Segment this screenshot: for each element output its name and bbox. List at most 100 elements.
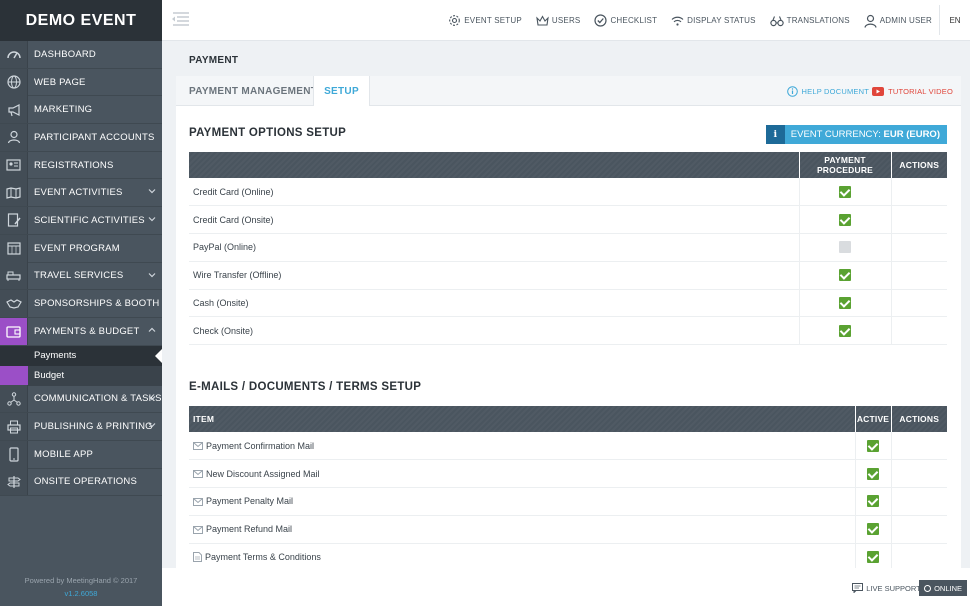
mail-icon	[193, 525, 203, 534]
payment-method-name: Credit Card (Onsite)	[189, 205, 799, 235]
chevron-down-icon	[148, 423, 156, 428]
dashboard-icon	[0, 40, 28, 68]
tab-setup[interactable]: SETUP	[313, 76, 370, 107]
language-selector[interactable]: EN	[939, 5, 970, 35]
actions-cell[interactable]	[890, 459, 947, 489]
email-item-name[interactable]: Payment Terms & Conditions	[205, 552, 321, 562]
column-header: ACTIONS	[890, 406, 947, 432]
checked-checkbox[interactable]	[839, 324, 851, 337]
map-icon	[0, 179, 28, 207]
sidebar-item-label: SCIENTIFIC ACTIVITIES	[34, 214, 145, 226]
status-dot-icon	[924, 584, 932, 592]
payment-method-name: Credit Card (Online)	[189, 178, 799, 207]
mail-icon	[193, 442, 203, 451]
sidebar-item-marketing[interactable]: MARKETING	[0, 96, 162, 125]
mobile-icon	[0, 440, 28, 468]
chat-icon	[852, 583, 864, 593]
sidebar-item-payments-budget[interactable]: PAYMENTS & BUDGET	[0, 317, 162, 346]
event-setup-link[interactable]: EVENT SETUP	[448, 14, 522, 27]
online-status-button[interactable]: ONLINE	[919, 580, 967, 596]
checked-checkbox[interactable]	[839, 185, 851, 198]
emails-table: ITEM ACTIVE ACTIONS Payment Confirmation…	[189, 406, 947, 568]
email-item-name[interactable]: Payment Refund Mail	[206, 524, 292, 534]
actions-cell[interactable]	[890, 316, 947, 346]
column-header: ITEM	[189, 406, 855, 432]
actions-cell[interactable]	[890, 205, 947, 235]
checked-checkbox[interactable]	[867, 495, 879, 508]
sidebar-item-onsite-operations[interactable]: ONSITE OPERATIONS	[0, 468, 162, 497]
sidebar-item-label: WEB PAGE	[34, 76, 86, 88]
submenu-item-payments[interactable]: Payments	[0, 345, 162, 366]
actions-cell[interactable]	[890, 261, 947, 290]
top-bar: EVENT SETUP USERS CHECKLIST DISPLAY STAT…	[162, 0, 970, 41]
table-row: Check (Onsite)	[189, 316, 947, 346]
sidebar-item-event-activities[interactable]: EVENT ACTIVITIES	[0, 179, 162, 208]
table-row: Payment Terms & Conditions	[189, 543, 947, 568]
checked-checkbox[interactable]	[867, 551, 879, 564]
display-status-link[interactable]: DISPLAY STATUS	[671, 15, 755, 27]
help-document-link[interactable]: HELP DOCUMENT	[786, 76, 869, 106]
admin-user-link[interactable]: ADMIN USER	[864, 14, 932, 28]
sidebar-footer: Powered by MeetingHand © 2017 v1.2.6058	[0, 574, 162, 600]
translations-link[interactable]: TRANSLATIONS	[769, 15, 850, 27]
sidebar-item-event-program[interactable]: EVENT PROGRAM	[0, 234, 162, 263]
payment-method-name: Check (Onsite)	[189, 316, 799, 346]
chevron-down-icon	[148, 189, 156, 194]
email-item-name[interactable]: Payment Confirmation Mail	[206, 441, 314, 451]
sidebar-item-label: PAYMENTS & BUDGET	[34, 325, 140, 337]
live-support[interactable]: LIVE SUPPORT:	[852, 583, 922, 593]
sidebar-item-scientific-activities[interactable]: SCIENTIFIC ACTIVITIES	[0, 206, 162, 235]
sidebar-item-web-page[interactable]: WEB PAGE	[0, 68, 162, 97]
checked-checkbox[interactable]	[839, 269, 851, 282]
tab-payment-management[interactable]: PAYMENT MANAGEMENT	[189, 76, 317, 106]
sidebar-item-dashboard[interactable]: DASHBOARD	[0, 40, 162, 69]
payment-method-name: PayPal (Online)	[189, 233, 799, 262]
sidebar-item-publishing[interactable]: PUBLISHING & PRINTING	[0, 413, 162, 441]
table-row: Wire Transfer (Offline)	[189, 261, 947, 290]
sidebar-item-label: MOBILE APP	[34, 448, 94, 460]
sidebar-item-communication[interactable]: COMMUNICATION & TASKS	[0, 385, 162, 414]
checked-checkbox[interactable]	[867, 523, 879, 536]
page-title: PAYMENT	[189, 55, 239, 66]
chevron-up-icon	[148, 327, 156, 332]
actions-cell[interactable]	[890, 432, 947, 461]
table-row: Cash (Onsite)	[189, 289, 947, 318]
sidebar-item-travel-services[interactable]: TRAVEL SERVICES	[0, 262, 162, 291]
actions-cell[interactable]	[890, 543, 947, 568]
unchecked-checkbox[interactable]	[839, 241, 851, 254]
sidebar-item-sponsorships[interactable]: SPONSORSHIPS & BOOTH	[0, 290, 162, 318]
payment-method-name: Cash (Onsite)	[189, 289, 799, 318]
sidebar-item-registrations[interactable]: REGISTRATIONS	[0, 151, 162, 180]
sidebar-item-mobile-app[interactable]: MOBILE APP	[0, 440, 162, 469]
sidebar-item-label: DASHBOARD	[34, 48, 96, 60]
crown-icon	[536, 14, 549, 26]
chevron-down-icon	[148, 272, 156, 277]
checked-checkbox[interactable]	[839, 213, 851, 226]
users-link[interactable]: USERS	[536, 14, 581, 27]
email-item-name[interactable]: New Discount Assigned Mail	[206, 469, 320, 479]
id-card-icon	[0, 151, 28, 179]
checklist-link[interactable]: CHECKLIST	[594, 14, 657, 27]
column-header: ACTIONS	[890, 152, 947, 178]
checked-checkbox[interactable]	[839, 297, 851, 310]
brand-title[interactable]: DEMO EVENT	[0, 0, 162, 41]
actions-cell[interactable]	[890, 515, 947, 544]
sidebar-item-participant-accounts[interactable]: PARTICIPANT ACCOUNTS	[0, 123, 162, 152]
actions-cell[interactable]	[890, 487, 947, 516]
actions-cell[interactable]	[890, 178, 947, 207]
sidebar-item-label: EVENT ACTIVITIES	[34, 187, 123, 199]
menu-collapse-icon[interactable]	[170, 11, 192, 29]
tutorial-video-link[interactable]: TUTORIAL VIDEO	[872, 76, 953, 106]
column-header: PAYMENT PROCEDURE	[798, 152, 891, 178]
wallet-icon	[0, 317, 28, 345]
checked-checkbox[interactable]	[867, 439, 879, 452]
payments-submenu: Payments Budget	[0, 345, 162, 386]
actions-cell[interactable]	[890, 233, 947, 262]
table-row: PayPal (Online)	[189, 233, 947, 262]
checked-checkbox[interactable]	[867, 467, 879, 480]
document-pen-icon	[0, 206, 28, 234]
actions-cell[interactable]	[890, 289, 947, 318]
table-row: Payment Refund Mail	[189, 515, 947, 544]
email-item-name[interactable]: Payment Penalty Mail	[206, 496, 293, 506]
document-icon	[193, 552, 202, 563]
